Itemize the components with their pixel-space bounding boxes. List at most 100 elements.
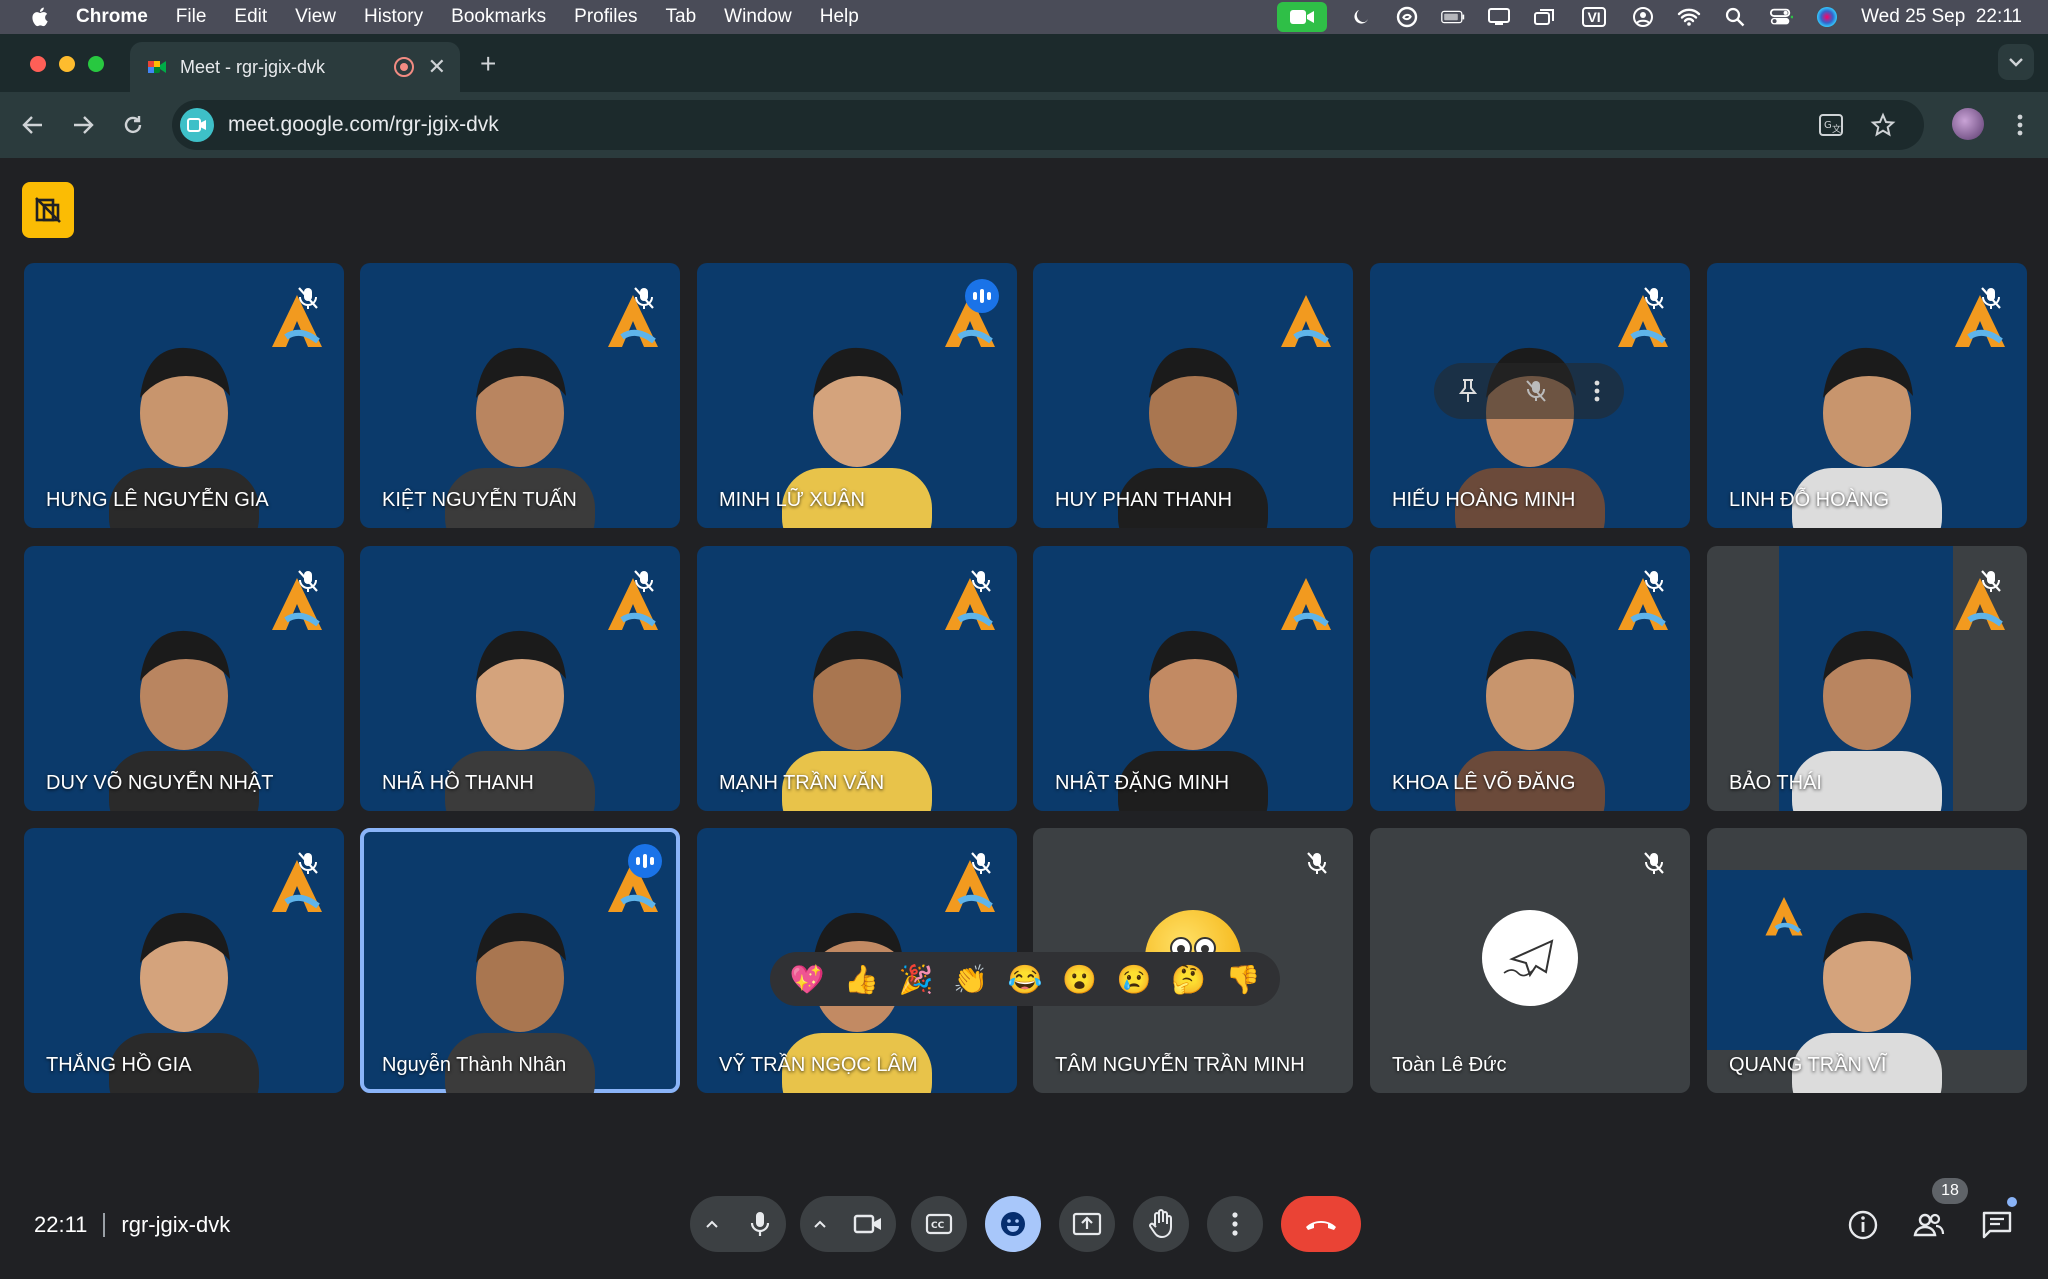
mute-participant-icon[interactable]	[1525, 378, 1547, 404]
translate-icon[interactable]: G文	[1818, 112, 1844, 138]
svg-text:G: G	[1824, 120, 1832, 131]
reaction-thumbs-up-icon[interactable]: 👍	[844, 963, 879, 996]
participant-tile[interactable]: HUY PHAN THANH	[1033, 263, 1353, 528]
url-text[interactable]: meet.google.com/rgr-jgix-dvk	[228, 113, 499, 137]
participant-name: Toàn Lê Đức	[1392, 1054, 1507, 1076]
menu-file[interactable]: File	[176, 6, 207, 28]
raise-hand-button[interactable]	[1133, 1196, 1189, 1252]
reaction-thumbs-down-icon[interactable]: 👎	[1225, 963, 1260, 996]
input-source-icon[interactable]: VI	[1579, 7, 1609, 27]
school-logo-icon	[1281, 295, 1331, 347]
hidden-tiles-icon[interactable]	[22, 182, 74, 238]
reaction-crying-face-icon[interactable]: 😢	[1117, 963, 1152, 996]
camera-control	[800, 1196, 896, 1252]
participant-tile[interactable]: KIỆT NGUYỄN TUẤN	[360, 263, 680, 528]
wifi-icon[interactable]	[1677, 7, 1701, 27]
tile-more-options-icon[interactable]	[1593, 379, 1601, 403]
bookmark-star-icon[interactable]	[1870, 112, 1896, 138]
participant-tile[interactable]: Nguyễn Thành Nhân	[360, 828, 680, 1093]
chat-icon[interactable]	[1980, 1208, 2014, 1242]
participant-name: HIẾU HOÀNG MINH	[1392, 489, 1576, 511]
participant-tile[interactable]: KHOA LÊ VÕ ĐĂNG	[1370, 546, 1690, 811]
participant-name: HƯNG LÊ NGUYỄN GIA	[46, 489, 269, 511]
participant-tile[interactable]: THẮNG HỒ GIA	[24, 828, 344, 1093]
pin-icon[interactable]	[1457, 378, 1479, 404]
participant-tile[interactable]: QUANG TRẦN VĨ	[1707, 828, 2027, 1093]
reload-icon[interactable]	[120, 112, 146, 138]
reaction-thinking-face-icon[interactable]: 🤔	[1171, 963, 1206, 996]
close-window-button[interactable]	[30, 56, 46, 72]
participant-tile[interactable]: NHẬT ĐẶNG MINH	[1033, 546, 1353, 811]
leave-call-button[interactable]	[1281, 1196, 1361, 1252]
mic-off-icon	[298, 852, 318, 874]
reaction-clapping-hands-icon[interactable]: 👏	[953, 963, 988, 996]
participant-tile[interactable]: Toàn Lê Đức	[1370, 828, 1690, 1093]
reaction-tears-of-joy-icon[interactable]: 😂	[1008, 963, 1043, 996]
macos-menubar: Chrome File Edit View History Bookmarks …	[0, 0, 2048, 34]
browser-tab-meet[interactable]: Meet - rgr-jgix-dvk ✕	[130, 42, 460, 92]
participant-tile[interactable]: LINH ĐỖ HOÀNG	[1707, 263, 2027, 528]
participant-tile[interactable]: MẠNH TRẦN VĂN	[697, 546, 1017, 811]
camera-in-use-icon[interactable]	[1277, 2, 1328, 32]
participant-tile[interactable]: NHÃ HỒ THANH	[360, 546, 680, 811]
participant-tile[interactable]: DUY VÕ NGUYỄN NHẬT	[24, 546, 344, 811]
menu-help[interactable]: Help	[820, 6, 859, 28]
reaction-open-mouth-icon[interactable]: 😮	[1062, 963, 1097, 996]
spotlight-search-icon[interactable]	[1723, 7, 1747, 27]
mic-off-icon	[1644, 852, 1664, 874]
forward-arrow-icon[interactable]	[70, 112, 96, 138]
meeting-code: rgr-jgix-dvk	[121, 1212, 231, 1237]
participant-tile[interactable]: MINH LỮ XUÂN	[697, 263, 1017, 528]
captions-button[interactable]: CC	[911, 1196, 967, 1252]
battery-icon[interactable]	[1441, 7, 1465, 27]
menu-tab[interactable]: Tab	[666, 6, 697, 28]
menu-profiles[interactable]: Profiles	[574, 6, 637, 28]
more-options-button[interactable]	[1207, 1196, 1263, 1252]
emoji-reactions-button[interactable]	[985, 1196, 1041, 1252]
reaction-party-popper-icon[interactable]: 🎉	[899, 963, 934, 996]
participant-name: KHOA LÊ VÕ ĐĂNG	[1392, 772, 1576, 794]
apple-icon[interactable]	[30, 6, 52, 28]
focus-moon-icon[interactable]	[1349, 7, 1373, 27]
reaction-sparkling-heart-icon[interactable]: 💖	[790, 963, 825, 996]
menubar-clock[interactable]: Wed 25 Sep 22:11	[1861, 6, 2022, 28]
camera-options-chevron-icon[interactable]	[813, 1219, 827, 1229]
present-screen-icon	[1072, 1212, 1102, 1236]
participant-tile[interactable]: BẢO THÁI	[1707, 546, 2027, 811]
zoom-window-button[interactable]	[88, 56, 104, 72]
menu-bookmarks[interactable]: Bookmarks	[451, 6, 546, 28]
display-icon[interactable]	[1487, 7, 1511, 27]
new-tab-icon[interactable]: +	[480, 48, 496, 80]
video-camera-icon[interactable]	[853, 1213, 883, 1235]
menu-view[interactable]: View	[295, 6, 336, 28]
address-bar[interactable]: meet.google.com/rgr-jgix-dvk G文	[172, 100, 1924, 150]
svg-text:文: 文	[1832, 123, 1841, 135]
site-info-icon[interactable]	[180, 108, 214, 142]
more-vert-icon	[1232, 1212, 1238, 1236]
participant-name: VỸ TRẦN NGỌC LÂM	[719, 1054, 918, 1076]
sync-app-icon[interactable]	[1395, 6, 1419, 28]
mic-off-icon	[634, 287, 654, 309]
control-center-icon[interactable]	[1769, 7, 1794, 27]
microphone-icon[interactable]	[748, 1210, 772, 1238]
menu-window[interactable]: Window	[724, 6, 792, 28]
people-icon[interactable]	[1912, 1208, 1946, 1242]
present-screen-button[interactable]	[1059, 1196, 1115, 1252]
menu-app-name[interactable]: Chrome	[76, 6, 148, 28]
siri-icon[interactable]	[1815, 7, 1839, 27]
minimize-window-button[interactable]	[59, 56, 75, 72]
participant-name: NHẬT ĐẶNG MINH	[1055, 772, 1230, 794]
menu-history[interactable]: History	[364, 6, 423, 28]
close-tab-icon[interactable]: ✕	[428, 54, 446, 80]
meeting-details-info-icon[interactable]	[1846, 1208, 1880, 1242]
menu-edit[interactable]: Edit	[234, 6, 267, 28]
stage-manager-icon[interactable]	[1533, 7, 1557, 27]
profile-avatar[interactable]	[1952, 108, 1984, 140]
mic-options-chevron-icon[interactable]	[705, 1219, 719, 1229]
back-arrow-icon[interactable]	[20, 112, 46, 138]
chrome-menu-icon[interactable]	[2010, 110, 2030, 140]
participant-tile[interactable]: HƯNG LÊ NGUYỄN GIA	[24, 263, 344, 528]
tab-search-chevron-icon[interactable]	[1998, 44, 2034, 80]
user-account-icon[interactable]	[1631, 7, 1655, 27]
participant-tile[interactable]: HIẾU HOÀNG MINH	[1370, 263, 1690, 528]
